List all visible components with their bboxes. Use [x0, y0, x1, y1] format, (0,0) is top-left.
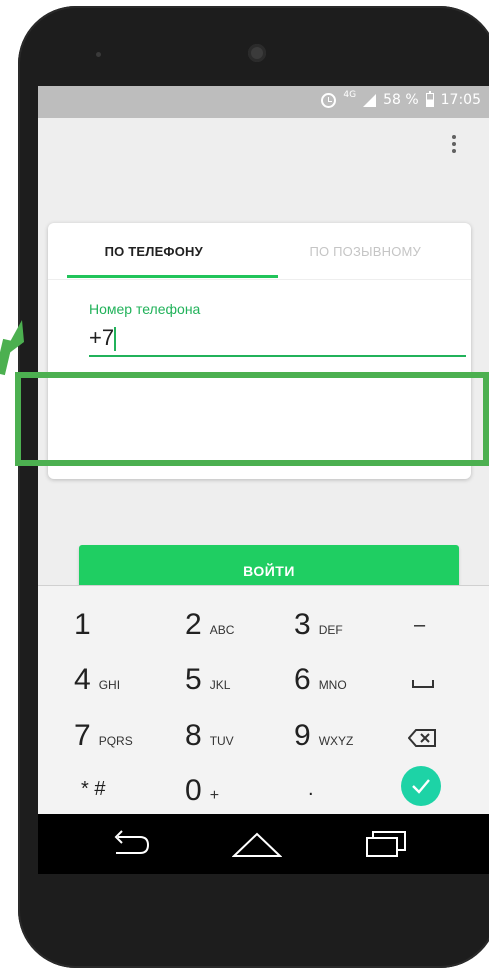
- key-4[interactable]: 4 GHI: [74, 663, 120, 697]
- key-7[interactable]: 7 PQRS: [74, 719, 133, 753]
- key-0[interactable]: 0 +: [185, 774, 219, 808]
- key-2[interactable]: 2 ABC: [185, 608, 234, 642]
- backspace-icon: [408, 728, 438, 748]
- key-9[interactable]: 9 WXYZ: [294, 719, 353, 753]
- navigation-bar: [38, 814, 489, 874]
- check-icon: [401, 766, 441, 806]
- arrow-annotation-icon: [0, 320, 24, 376]
- alarm-icon: [321, 92, 337, 108]
- backspace-key[interactable]: [408, 728, 438, 748]
- key-5[interactable]: 5 JKL: [185, 663, 230, 697]
- signal-icon: [363, 93, 377, 107]
- battery-percent: 58 %: [383, 92, 419, 108]
- home-icon[interactable]: [231, 828, 283, 865]
- recents-icon[interactable]: [363, 828, 409, 865]
- key-star-hash[interactable]: * #: [81, 778, 105, 801]
- more-vert-icon[interactable]: [449, 133, 459, 157]
- phone-frame: 4G 58 % 17:05 ПО ТЕЛЕФОНУ ПО ПОЗЫВНОМУ Н…: [18, 6, 489, 968]
- tab-indicator: [67, 275, 278, 278]
- space-icon: [412, 680, 434, 688]
- back-icon[interactable]: [108, 828, 154, 865]
- key-3[interactable]: 3 DEF: [294, 608, 343, 642]
- front-camera: [248, 44, 266, 62]
- status-bar: 4G 58 % 17:05: [38, 86, 489, 118]
- network-type: 4G: [343, 90, 357, 100]
- key-6[interactable]: 6 MNO: [294, 663, 347, 697]
- key-minus[interactable]: –: [414, 614, 425, 637]
- screen: 4G 58 % 17:05 ПО ТЕЛЕФОНУ ПО ПОЗЫВНОМУ Н…: [38, 86, 489, 874]
- numeric-keypad: 1 2 ABC 3 DEF – 4 GHI 5 JKL 6 MNO 7 PQRS 8 TUV …: [38, 585, 489, 815]
- key-8[interactable]: 8 TUV: [185, 719, 234, 753]
- clock: 17:05: [440, 92, 481, 108]
- text-cursor: [114, 327, 116, 351]
- phone-input[interactable]: [89, 321, 466, 357]
- phone-field-label: Номер телефона: [89, 301, 201, 317]
- login-tabs: ПО ТЕЛЕФОНУ ПО ПОЗЫВНОМУ: [48, 223, 471, 280]
- sensor-dot: [96, 52, 101, 57]
- space-key[interactable]: [412, 680, 434, 688]
- tab-by-callsign[interactable]: ПО ПОЗЫВНОМУ: [260, 223, 472, 279]
- done-key[interactable]: [401, 766, 441, 806]
- key-1[interactable]: 1: [74, 608, 91, 642]
- tab-by-phone[interactable]: ПО ТЕЛЕФОНУ: [48, 223, 260, 279]
- highlight-annotation: [15, 372, 489, 466]
- key-dot[interactable]: .: [308, 778, 314, 801]
- battery-icon: [425, 91, 434, 107]
